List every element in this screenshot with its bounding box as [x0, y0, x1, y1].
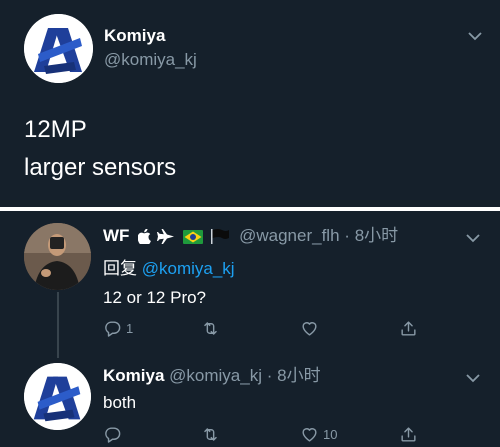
retweet-button[interactable]	[201, 422, 224, 446]
reply-icon	[105, 320, 121, 337]
reply-button[interactable]: 1	[103, 316, 133, 340]
komiya-logo-icon	[24, 14, 93, 83]
like-button[interactable]	[300, 316, 323, 340]
avatar[interactable]	[24, 223, 91, 290]
replying-to-label: 回复	[103, 259, 137, 278]
tweet-text-line: 12MP	[24, 116, 87, 143]
reply-tweet[interactable]: Komiya @komiya_kj · 8小时 both 10	[0, 351, 500, 447]
author-handle[interactable]: @wagner_flh	[239, 226, 339, 245]
author-name[interactable]: Komiya	[104, 26, 165, 46]
separator: ·	[266, 366, 273, 385]
author-handle[interactable]: @komiya_kj	[104, 50, 197, 70]
timestamp[interactable]: 8小时	[277, 366, 320, 385]
chevron-down-icon[interactable]	[466, 233, 480, 243]
author-name[interactable]: WF	[103, 226, 129, 245]
share-icon	[401, 426, 416, 442]
apple-icon	[137, 228, 152, 245]
retweet-button[interactable]	[201, 316, 224, 340]
retweet-icon	[204, 427, 217, 441]
author-name[interactable]: Komiya	[103, 366, 164, 385]
replying-to: 回复 @komiya_kj	[103, 254, 235, 279]
author-badges	[137, 226, 230, 248]
airplane-icon	[156, 228, 174, 244]
chevron-down-icon[interactable]	[468, 31, 482, 41]
thread-line	[57, 292, 59, 358]
separator: ·	[344, 226, 350, 245]
tweet-text: both	[103, 393, 137, 412]
reply-count: 1	[126, 320, 134, 336]
timestamp[interactable]: 8小时	[355, 226, 398, 245]
share-icon	[401, 320, 416, 336]
reply-header: WF @wagner_flh · 8小时	[103, 225, 398, 248]
user-photo-icon	[24, 223, 91, 290]
avatar[interactable]	[24, 363, 91, 430]
mention-link[interactable]: @komiya_kj	[142, 259, 235, 278]
tweet-text-line: larger sensors	[24, 154, 177, 181]
komiya-logo-icon	[24, 363, 91, 430]
action-bar: 10	[103, 422, 423, 446]
reply-button[interactable]	[103, 422, 126, 446]
action-bar: 1	[103, 316, 423, 340]
author-handle[interactable]: @komiya_kj	[169, 366, 262, 385]
retweet-icon	[204, 321, 217, 335]
brazil-flag-icon	[182, 229, 203, 244]
tweet-text: 12 or 12 Pro?	[103, 288, 207, 307]
tweet-thread: Komiya @komiya_kj 12MP larger sensors WF	[0, 0, 500, 447]
share-button[interactable]	[399, 422, 418, 446]
chevron-down-icon[interactable]	[466, 373, 480, 383]
main-tweet[interactable]: Komiya @komiya_kj 12MP larger sensors	[0, 0, 500, 207]
like-button[interactable]: 10	[300, 422, 337, 446]
avatar[interactable]	[24, 14, 93, 83]
share-button[interactable]	[399, 316, 418, 340]
heart-icon	[302, 427, 317, 442]
black-flag-icon	[211, 228, 230, 244]
reply-icon	[105, 426, 121, 443]
heart-icon	[302, 321, 317, 336]
reply-header: Komiya @komiya_kj · 8小时	[103, 365, 321, 387]
reply-tweet[interactable]: WF @wagner_flh · 8小时 回复 @komiya_kj 12 or…	[0, 211, 500, 351]
like-count: 10	[323, 426, 338, 442]
